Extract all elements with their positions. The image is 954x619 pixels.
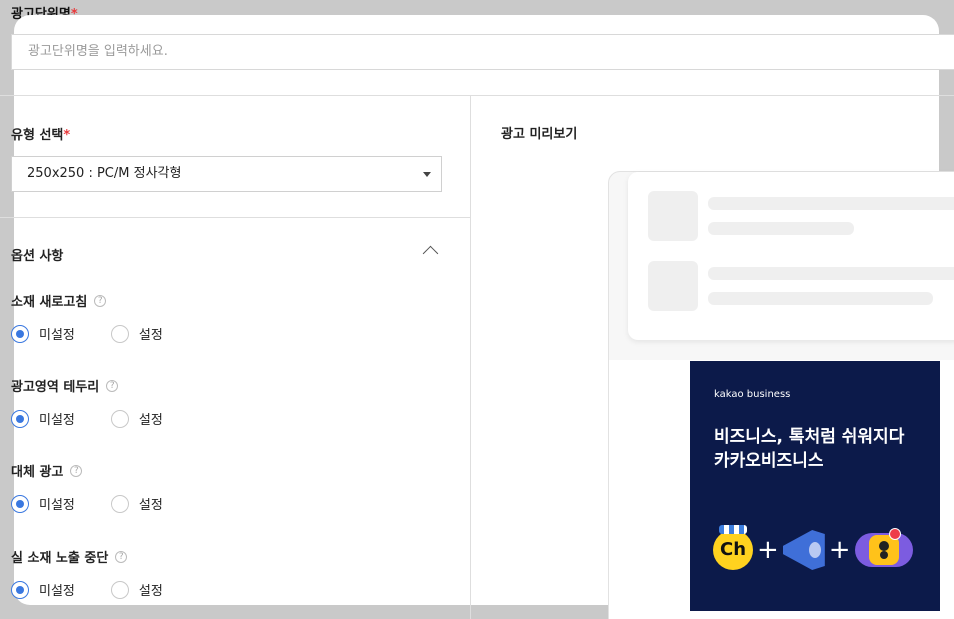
ad-brand: kakao business (714, 389, 791, 400)
option-stop-exposure: 실 소재 노출 중단? 미설정 설정 (11, 547, 199, 599)
caret-down-icon (423, 172, 431, 177)
plus-icon: + (828, 535, 851, 565)
option-border: 광고영역 테두리? 미설정 설정 (11, 376, 199, 428)
type-select-label: 유형 선택* (11, 128, 71, 143)
radio-unset[interactable]: 미설정 (11, 324, 75, 343)
column-divider (470, 96, 471, 619)
channel-icon: Ch (713, 525, 753, 570)
skeleton-line (708, 292, 933, 305)
unit-name-input[interactable]: 광고단위명을 입력하세요. (11, 34, 954, 70)
divider (0, 217, 470, 218)
divider (0, 95, 954, 96)
ad-headline: 비즈니스, 톡처럼 쉬워지다 (714, 427, 905, 447)
skeleton-line (708, 267, 954, 280)
radio-unset[interactable]: 미설정 (11, 409, 75, 428)
help-icon[interactable]: ? (94, 294, 107, 307)
type-select-value: 250x250 : PC/M 정사각형 (27, 166, 182, 181)
option-name: 소재 새로고침 (11, 295, 88, 310)
help-icon[interactable]: ? (106, 379, 119, 392)
radio-unset[interactable]: 미설정 (11, 580, 75, 599)
megaphone-icon (782, 530, 825, 570)
skeleton-thumb (648, 191, 698, 241)
skeleton-card (628, 172, 954, 340)
type-select[interactable]: 250x250 : PC/M 정사각형 (11, 156, 442, 192)
help-icon[interactable]: ? (115, 550, 128, 563)
option-refresh: 소재 새로고침? 미설정 설정 (11, 291, 199, 343)
ad-icons: Ch + + (713, 525, 913, 570)
option-fallback-ad: 대체 광고? 미설정 설정 (11, 461, 199, 513)
radio-set[interactable]: 설정 (110, 494, 163, 513)
options-title: 옵션 사항 (11, 249, 64, 264)
skeleton-line (708, 197, 954, 210)
radio-set[interactable]: 설정 (110, 324, 163, 343)
radio-button (11, 494, 29, 513)
profile-icon (854, 528, 913, 567)
radio-button (11, 580, 29, 599)
preview-title: 광고 미리보기 (501, 127, 578, 142)
radio-button (11, 324, 29, 343)
radio-unset[interactable]: 미설정 (11, 494, 75, 513)
skeleton-thumb (648, 261, 698, 311)
radio-set[interactable]: 설정 (110, 580, 163, 599)
skeleton-line (708, 222, 854, 235)
radio-button (110, 580, 129, 599)
radio-button (110, 409, 129, 428)
radio-button (110, 324, 129, 343)
ad-subheadline: 카카오비즈니스 (714, 451, 824, 471)
ad-banner[interactable]: kakao business 비즈니스, 톡처럼 쉬워지다 카카오비즈니스 Ch… (690, 361, 940, 611)
plus-icon: + (757, 535, 779, 565)
option-name: 대체 광고 (11, 465, 64, 480)
radio-button (11, 409, 29, 428)
option-name: 광고영역 테두리 (11, 380, 100, 395)
option-name: 실 소재 노출 중단 (11, 551, 109, 566)
radio-button (110, 494, 129, 513)
help-icon[interactable]: ? (70, 464, 83, 477)
radio-set[interactable]: 설정 (110, 409, 163, 428)
